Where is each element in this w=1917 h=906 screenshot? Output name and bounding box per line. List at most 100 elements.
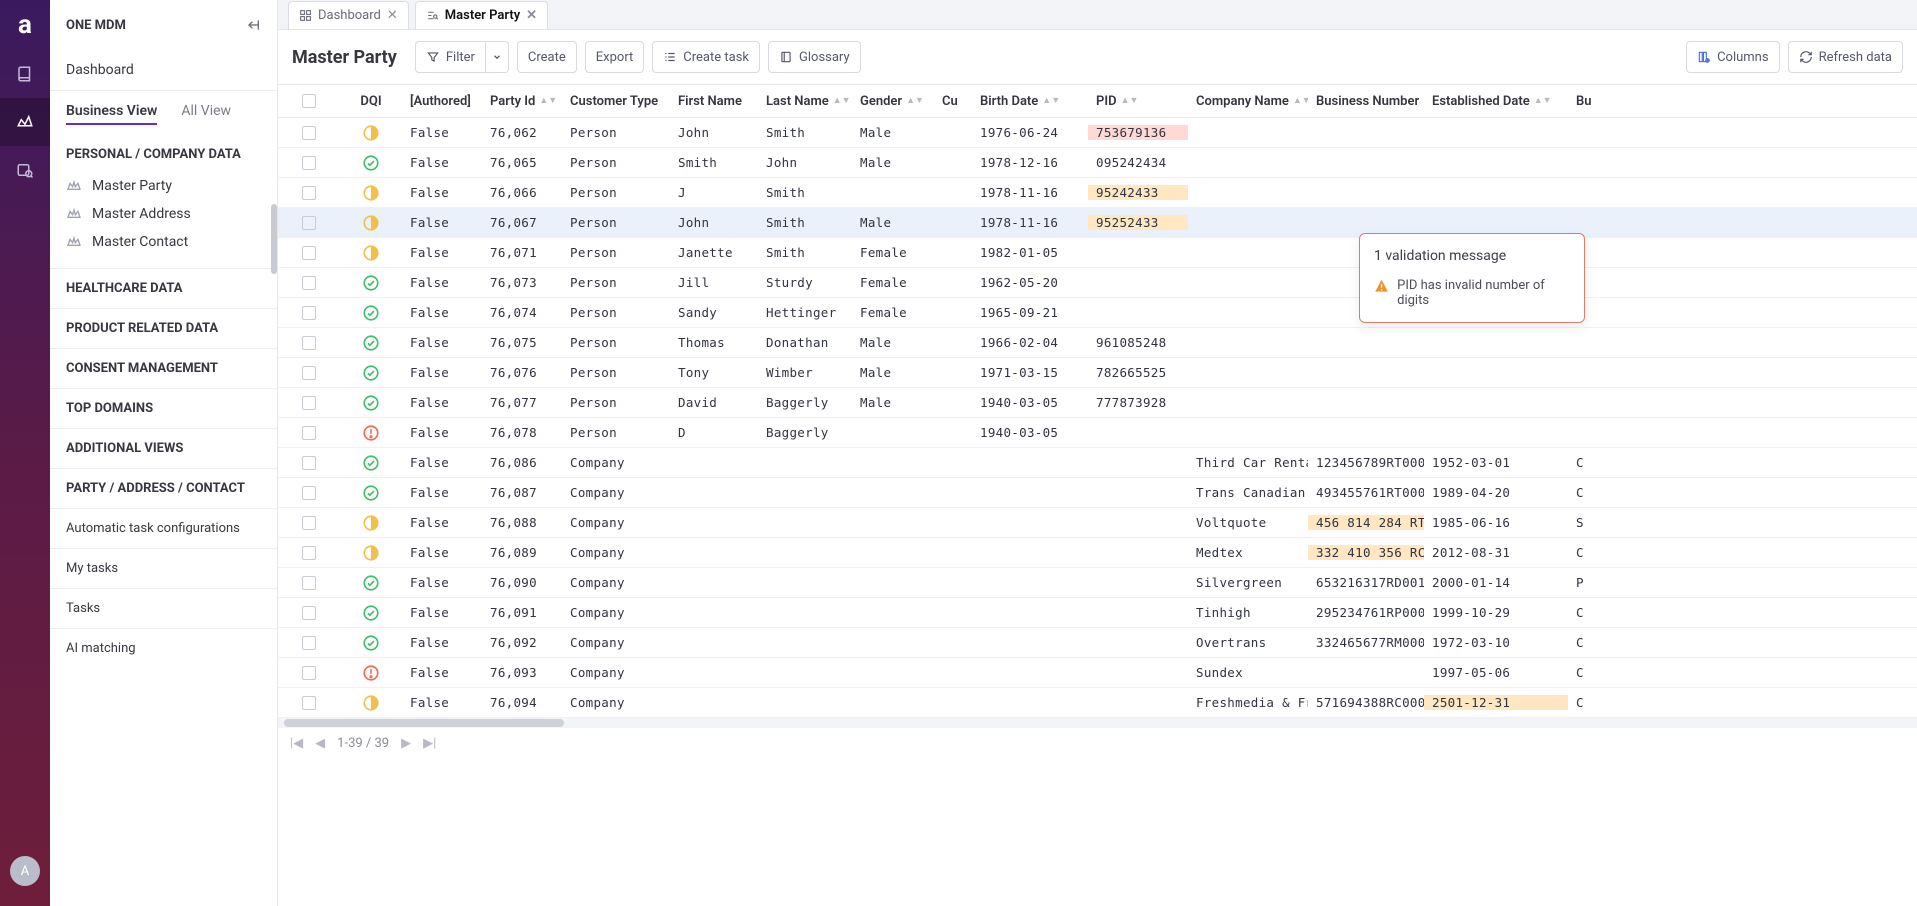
table-row[interactable]: False76,071PersonJanetteSmithFemale1982-… <box>278 238 1917 268</box>
table-row[interactable]: False76,092CompanyOvertrans332465677RM00… <box>278 628 1917 658</box>
row-checkbox[interactable] <box>302 696 316 710</box>
row-checkbox[interactable] <box>302 306 316 320</box>
rail-item-mdm[interactable] <box>0 98 50 146</box>
row-checkbox[interactable] <box>302 516 316 530</box>
table-row[interactable]: False76,073PersonJillSturdyFemale1962-05… <box>278 268 1917 298</box>
sidebar-group-product[interactable]: PRODUCT RELATED DATA <box>66 321 261 336</box>
sidebar-group-topdomains[interactable]: TOP DOMAINS <box>66 401 261 416</box>
col-authored[interactable]: [Authored] <box>402 94 482 109</box>
glossary-button[interactable]: Glossary <box>768 41 861 73</box>
sidebar-group-pac[interactable]: PARTY / ADDRESS / CONTACT <box>66 481 261 496</box>
export-button[interactable]: Export <box>585 41 645 73</box>
row-checkbox[interactable] <box>302 456 316 470</box>
table-row[interactable]: False76,062PersonJohnSmithMale1976-06-24… <box>278 118 1917 148</box>
row-checkbox[interactable] <box>302 336 316 350</box>
create-button[interactable]: Create <box>517 41 577 73</box>
table-row[interactable]: False76,090CompanySilvergreen653216317RD… <box>278 568 1917 598</box>
sidebar-dashboard[interactable]: Dashboard <box>50 50 277 91</box>
page-prev[interactable]: ◀ <box>315 736 325 751</box>
row-checkbox[interactable] <box>302 366 316 380</box>
sidebar-item-mytasks[interactable]: My tasks <box>66 561 261 576</box>
col-first-name[interactable]: First Name <box>670 94 758 109</box>
page-next[interactable]: ▶ <box>401 736 411 751</box>
row-checkbox[interactable] <box>302 186 316 200</box>
col-last-name[interactable]: Last Name▲▼ <box>758 94 852 109</box>
sidebar-item-tasks[interactable]: Tasks <box>66 601 261 616</box>
table-row[interactable]: False76,094CompanyFreshmedia & Fre571694… <box>278 688 1917 718</box>
row-checkbox[interactable] <box>302 576 316 590</box>
rail-item-book[interactable] <box>0 50 50 98</box>
close-icon[interactable]: ✕ <box>387 8 398 23</box>
refresh-button[interactable]: Refresh data <box>1788 41 1903 73</box>
view-tab-all[interactable]: All View <box>181 103 231 125</box>
sidebar-scrollbar[interactable] <box>271 204 277 274</box>
row-checkbox[interactable] <box>302 546 316 560</box>
columns-button[interactable]: Columns <box>1686 41 1780 73</box>
col-business-number[interactable]: Business Number <box>1308 94 1424 109</box>
user-avatar[interactable]: A <box>10 856 40 886</box>
select-all-checkbox[interactable] <box>302 94 316 108</box>
table-row[interactable]: False76,078PersonDBaggerly1940-03-05 <box>278 418 1917 448</box>
table-row[interactable]: False76,089CompanyMedtex332 410 356 RC20… <box>278 538 1917 568</box>
horizontal-scrollbar[interactable] <box>278 718 1917 728</box>
sidebar-item-master-contact[interactable]: Master Contact <box>66 228 261 256</box>
cell-first-name: John <box>670 215 758 230</box>
table-row[interactable]: False76,088CompanyVoltquote456 814 284 R… <box>278 508 1917 538</box>
view-tab-business[interactable]: Business View <box>66 103 157 125</box>
row-checkbox[interactable] <box>302 606 316 620</box>
row-checkbox[interactable] <box>302 156 316 170</box>
col-bu[interactable]: Bu <box>1568 94 1598 109</box>
sidebar-item-master-address[interactable]: Master Address <box>66 200 261 228</box>
col-established-date[interactable]: Established Date▲▼ <box>1424 94 1568 109</box>
sidebar-item-master-party[interactable]: Master Party <box>66 172 261 200</box>
table-row[interactable]: False76,086CompanyThird Car Rental123456… <box>278 448 1917 478</box>
rail-item-search[interactable] <box>0 146 50 194</box>
col-pid[interactable]: PID▲▼ <box>1088 94 1188 109</box>
table-row[interactable]: False76,093CompanySundex1997-05-06C <box>278 658 1917 688</box>
sidebar-group-healthcare[interactable]: HEALTHCARE DATA <box>66 281 261 296</box>
tab-dashboard[interactable]: Dashboard ✕ <box>288 1 409 29</box>
table-row[interactable]: False76,074PersonSandyHettingerFemale196… <box>278 298 1917 328</box>
col-customer-type[interactable]: Customer Type <box>562 94 670 109</box>
col-company-name[interactable]: Company Name▲▼ <box>1188 94 1308 109</box>
row-checkbox[interactable] <box>302 126 316 140</box>
table-row[interactable]: False76,077PersonDavidBaggerlyMale1940-0… <box>278 388 1917 418</box>
sidebar-collapse-icon[interactable] <box>245 17 261 33</box>
table-row[interactable]: False76,087CompanyTrans Canadian49345576… <box>278 478 1917 508</box>
row-checkbox[interactable] <box>302 426 316 440</box>
table-row[interactable]: False76,065PersonSmithJohnMale1978-12-16… <box>278 148 1917 178</box>
row-checkbox[interactable] <box>302 486 316 500</box>
row-checkbox[interactable] <box>302 246 316 260</box>
row-checkbox[interactable] <box>302 636 316 650</box>
col-party-id[interactable]: Party Id▲▼ <box>482 94 562 109</box>
sidebar-item-auto-task[interactable]: Automatic task configurations <box>66 521 261 536</box>
col-birth-date[interactable]: Birth Date▲▼ <box>972 94 1088 109</box>
row-checkbox[interactable] <box>302 666 316 680</box>
page-first[interactable]: |◀ <box>290 736 303 751</box>
sidebar-item-ai[interactable]: AI matching <box>66 641 261 656</box>
table-row[interactable]: False76,067PersonJohnSmithMale1978-11-16… <box>278 208 1917 238</box>
close-icon[interactable]: ✕ <box>526 8 537 23</box>
row-checkbox[interactable] <box>302 216 316 230</box>
filter-button[interactable]: Filter <box>415 41 486 73</box>
col-gender[interactable]: Gender▲▼ <box>852 94 934 109</box>
create-task-button[interactable]: Create task <box>652 41 760 73</box>
sidebar-group-consent[interactable]: CONSENT MANAGEMENT <box>66 361 261 376</box>
col-cu[interactable]: Cu <box>934 94 972 109</box>
row-checkbox[interactable] <box>302 396 316 410</box>
filter-dropdown-button[interactable] <box>486 41 509 73</box>
cell-customer-type: Person <box>562 395 670 410</box>
table-row[interactable]: False76,075PersonThomasDonathanMale1966-… <box>278 328 1917 358</box>
table-row[interactable]: False76,066PersonJSmith1978-11-169524243… <box>278 178 1917 208</box>
table-row[interactable]: False76,076PersonTonyWimberMale1971-03-1… <box>278 358 1917 388</box>
cell-gender: Male <box>852 395 934 410</box>
page-last[interactable]: ▶| <box>423 736 436 751</box>
sidebar-group-personal[interactable]: PERSONAL / COMPANY DATA <box>66 147 261 162</box>
sidebar-group-additional[interactable]: ADDITIONAL VIEWS <box>66 441 261 456</box>
grid-rows: False76,062PersonJohnSmithMale1976-06-24… <box>278 118 1917 718</box>
table-row[interactable]: False76,091CompanyTinhigh295234761RP0001… <box>278 598 1917 628</box>
tab-master-party[interactable]: Master Party ✕ <box>415 1 548 29</box>
row-checkbox[interactable] <box>302 276 316 290</box>
cell-company-name: Freshmedia & Fre <box>1188 695 1308 710</box>
col-dqi[interactable]: DQI <box>340 94 402 109</box>
